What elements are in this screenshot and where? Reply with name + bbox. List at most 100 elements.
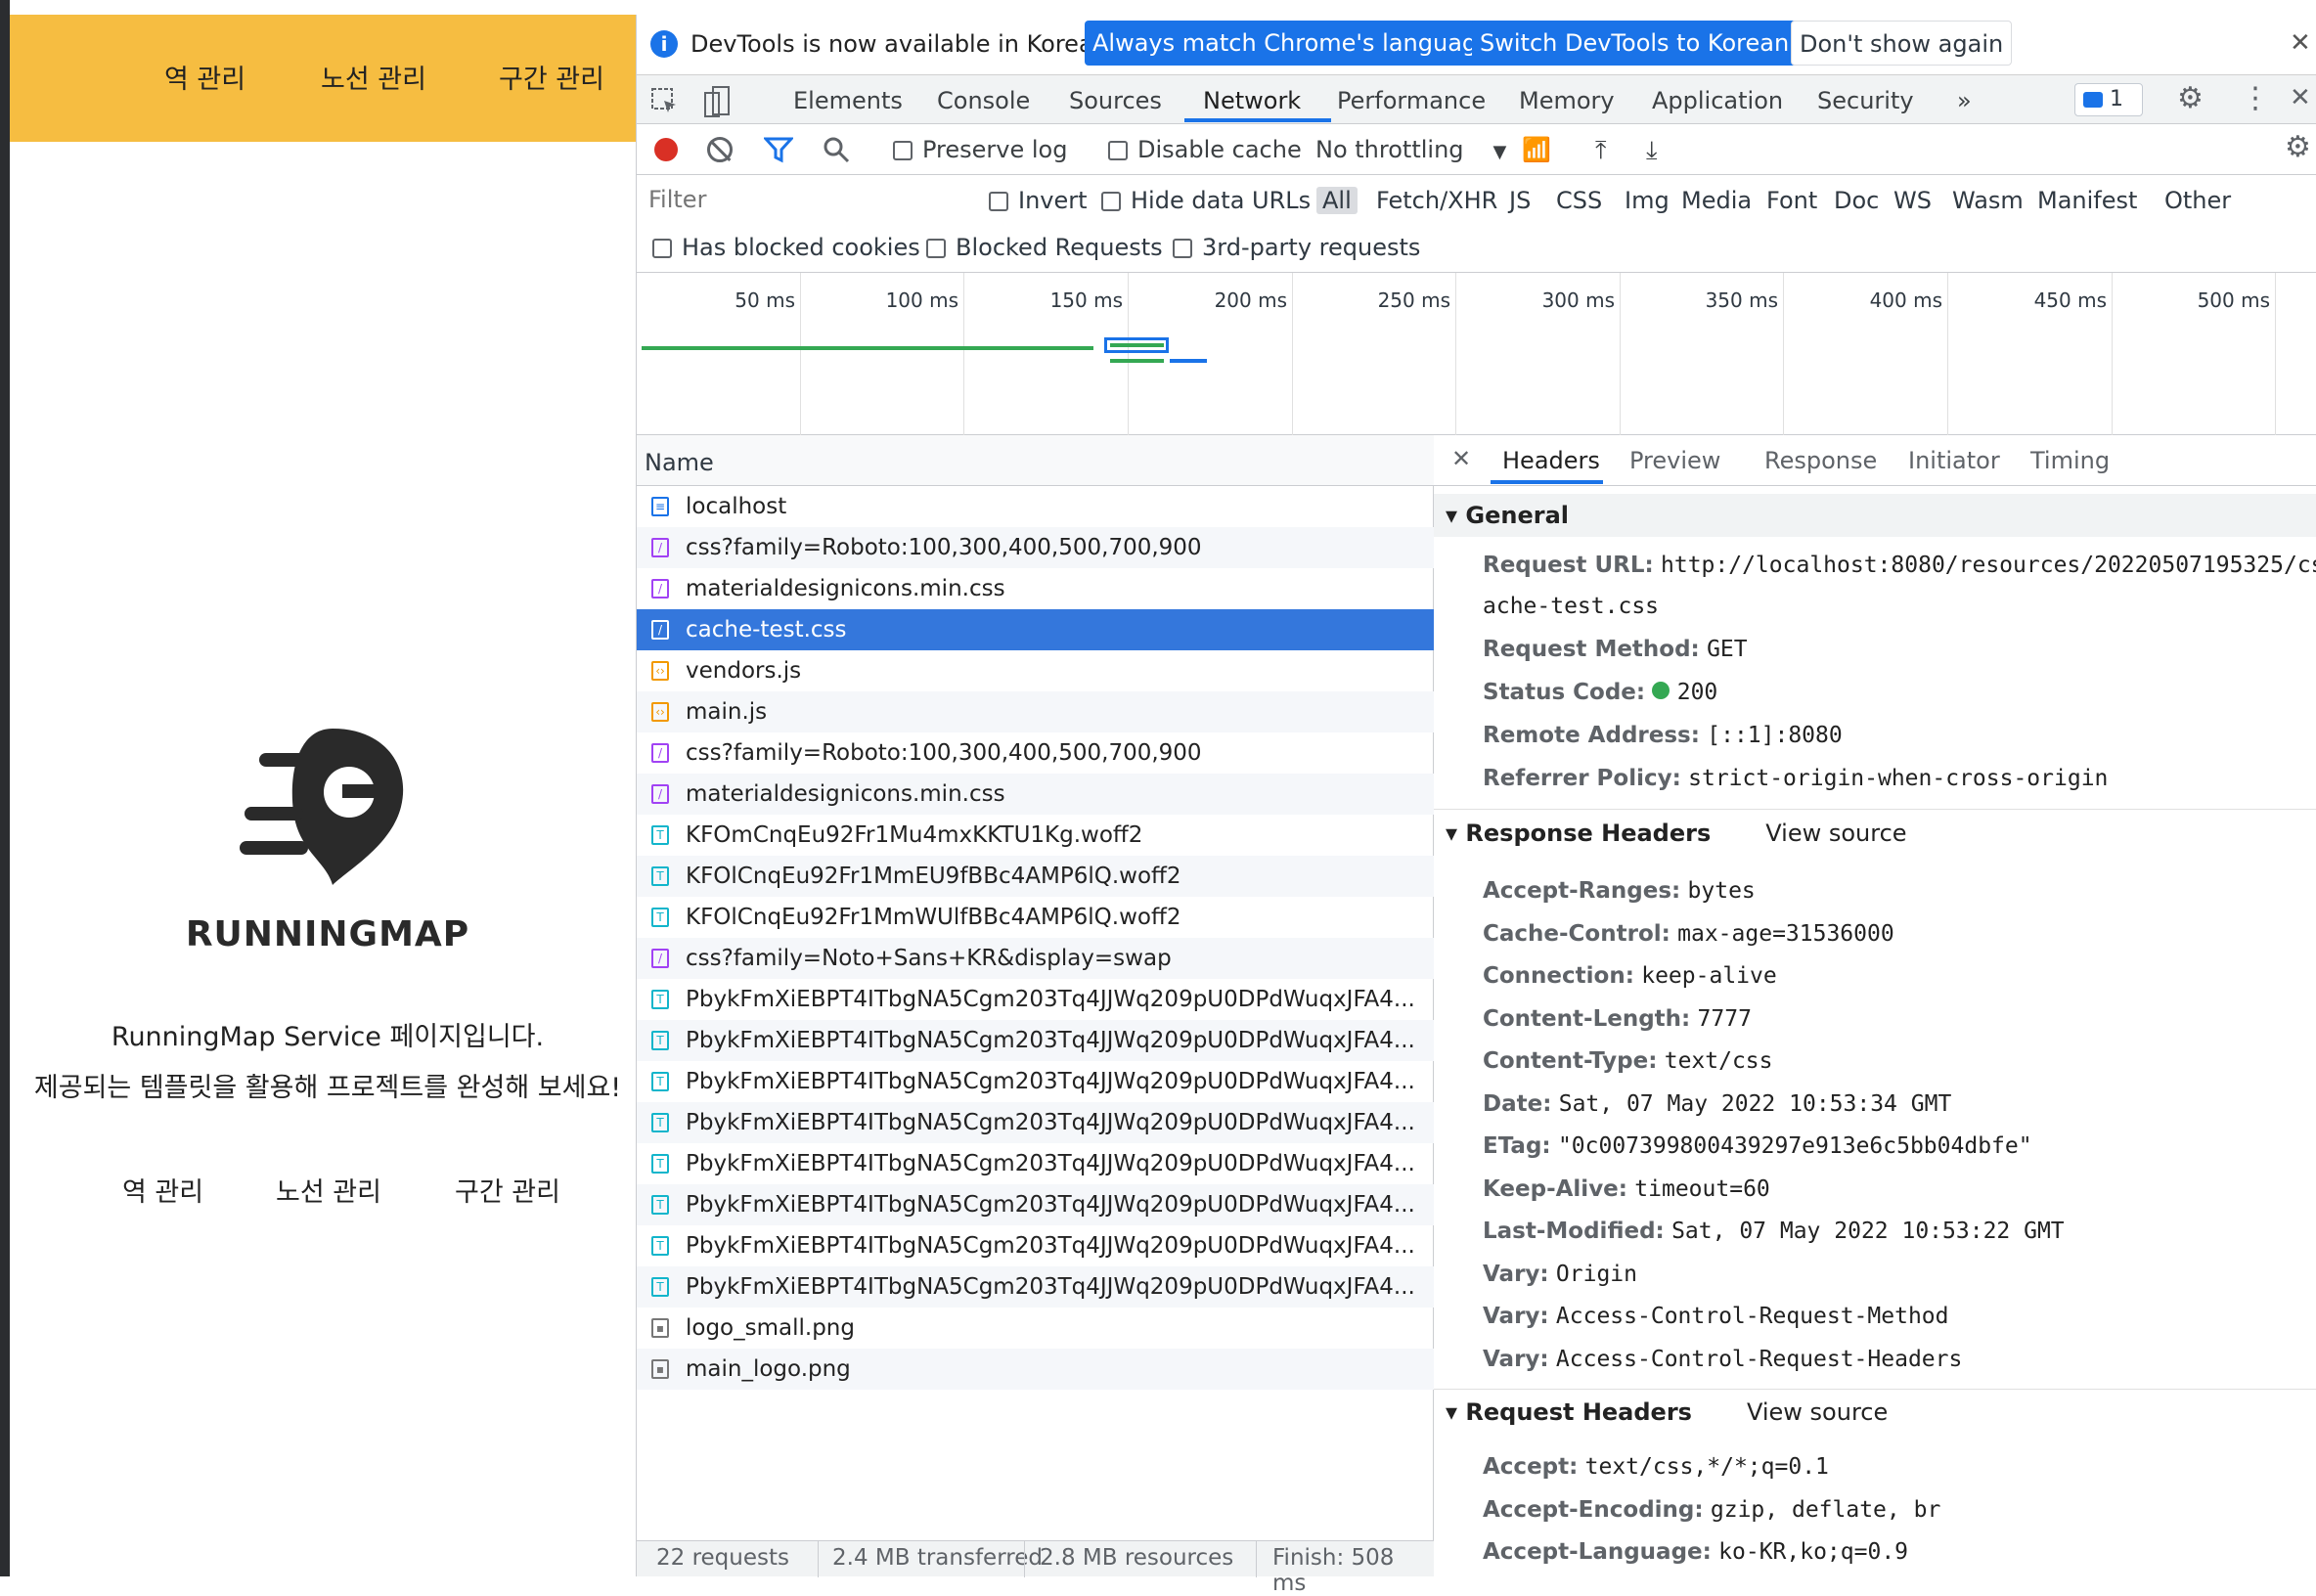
- type-wasm[interactable]: Wasm: [1952, 187, 2024, 214]
- hide-data-urls-label: Hide data URLs: [1131, 187, 1312, 214]
- issues-badge[interactable]: 1: [2074, 83, 2143, 116]
- request-row[interactable]: T KFOmCnqEu92Fr1Mu4mxKKTU1Kg.woff2: [637, 815, 1434, 856]
- name-column-header[interactable]: Name: [637, 435, 1434, 486]
- match-language-button[interactable]: Always match Chrome's language: [1085, 21, 1499, 66]
- link-line[interactable]: 노선 관리: [276, 1171, 381, 1209]
- request-row[interactable]: T PbykFmXiEBPT4ITbgNA5Cgm203Tq4JJWq209pU0…: [637, 1225, 1434, 1266]
- type-other[interactable]: Other: [2164, 187, 2231, 214]
- tab-application[interactable]: Application: [1652, 87, 1783, 114]
- request-row[interactable]: / materialdesignicons.min.css: [637, 774, 1434, 815]
- throttling-select[interactable]: No throttling ▼: [1315, 136, 1506, 163]
- tab-performance[interactable]: Performance: [1337, 87, 1486, 114]
- third-party-checkbox[interactable]: 3rd-party requests: [1173, 234, 1420, 261]
- nav-station[interactable]: 역 관리: [164, 58, 245, 96]
- request-url: Request URL: http://localhost:8080/resou…: [1483, 553, 2316, 578]
- request-row[interactable]: / materialdesignicons.min.css: [637, 568, 1434, 609]
- nav-line[interactable]: 노선 관리: [321, 58, 426, 96]
- tab-elements[interactable]: Elements: [793, 87, 903, 114]
- type-img[interactable]: Img: [1625, 187, 1670, 214]
- device-toggle-icon[interactable]: [703, 85, 733, 118]
- tab-network[interactable]: Network: [1203, 87, 1301, 114]
- hide-data-urls-checkbox[interactable]: Hide data URLs: [1101, 187, 1311, 214]
- general-section-header[interactable]: ▾ General: [1434, 494, 2316, 537]
- tab-response[interactable]: Response: [1764, 447, 1877, 474]
- request-count: 22 requests: [656, 1545, 789, 1571]
- filter-input[interactable]: [643, 181, 963, 218]
- import-har-icon[interactable]: ⤒: [1595, 136, 1607, 166]
- tab-memory[interactable]: Memory: [1519, 87, 1615, 114]
- tab-initiator[interactable]: Initiator: [1908, 447, 2000, 474]
- type-all[interactable]: All: [1316, 187, 1358, 214]
- settings-icon[interactable]: ⚙: [2177, 81, 2204, 115]
- request-row[interactable]: T PbykFmXiEBPT4ITbgNA5Cgm203Tq4JJWq209pU0…: [637, 1102, 1434, 1143]
- link-station[interactable]: 역 관리: [122, 1171, 203, 1209]
- tab-timing[interactable]: Timing: [2030, 447, 2110, 474]
- header-row: Vary: Access-Control-Request-Headers: [1483, 1347, 1962, 1372]
- request-headers-header[interactable]: ▾ Request Headers View source: [1434, 1391, 2316, 1434]
- timeline-overview[interactable]: 50 ms 100 ms 150 ms 200 ms 250 ms 300 ms…: [637, 273, 2316, 435]
- view-source-link[interactable]: View source: [1765, 820, 1906, 847]
- tab-security[interactable]: Security: [1817, 87, 1914, 114]
- request-row[interactable]: / cache-test.css: [637, 609, 1434, 650]
- blocked-requests-checkbox[interactable]: Blocked Requests: [926, 234, 1163, 261]
- request-name: main_logo.png: [686, 1356, 851, 1382]
- tick-label: 250 ms: [1377, 288, 1450, 312]
- network-settings-icon[interactable]: ⚙: [2285, 130, 2311, 164]
- export-har-icon[interactable]: ⤓: [1646, 136, 1658, 166]
- close-details-icon[interactable]: ✕: [1451, 445, 1471, 472]
- type-font[interactable]: Font: [1766, 187, 1817, 214]
- type-manifest[interactable]: Manifest: [2037, 187, 2137, 214]
- request-row[interactable]: ▪ logo_small.png: [637, 1308, 1434, 1349]
- css-file-icon: /: [651, 784, 669, 804]
- request-row[interactable]: T KFOlCnqEu92Fr1MmEU9fBBc4AMP6lQ.woff2: [637, 856, 1434, 897]
- type-js[interactable]: JS: [1509, 187, 1531, 214]
- blocked-cookies-checkbox[interactable]: Has blocked cookies: [652, 234, 920, 261]
- tick: [1620, 273, 1621, 435]
- switch-korean-button[interactable]: Switch DevTools to Korean: [1472, 21, 1798, 66]
- nav-section[interactable]: 구간 관리: [499, 58, 604, 96]
- request-row[interactable]: ‹› vendors.js: [637, 650, 1434, 691]
- tick: [2275, 273, 2276, 435]
- close-devtools-icon[interactable]: ✕: [2290, 83, 2311, 112]
- type-ws[interactable]: WS: [1893, 187, 1932, 214]
- disable-cache-checkbox[interactable]: Disable cache: [1108, 136, 1302, 163]
- request-row[interactable]: T PbykFmXiEBPT4ITbgNA5Cgm203Tq4JJWq209pU0…: [637, 1184, 1434, 1225]
- type-media[interactable]: Media: [1681, 187, 1752, 214]
- request-row[interactable]: ≡ localhost: [637, 486, 1434, 527]
- request-row[interactable]: / css?family=Roboto:100,300,400,500,700,9…: [637, 732, 1434, 774]
- clear-icon[interactable]: [707, 137, 733, 162]
- tab-sources[interactable]: Sources: [1069, 87, 1162, 114]
- dont-show-button[interactable]: Don't show again: [1791, 21, 2013, 66]
- type-doc[interactable]: Doc: [1834, 187, 1879, 214]
- request-row[interactable]: / css?family=Noto+Sans+KR&display=swap: [637, 938, 1434, 979]
- close-icon[interactable]: ✕: [2290, 28, 2311, 58]
- kebab-menu-icon[interactable]: ⋮: [2241, 81, 2270, 115]
- request-row[interactable]: ▪ main_logo.png: [637, 1349, 1434, 1390]
- tab-preview[interactable]: Preview: [1629, 447, 1720, 474]
- request-row[interactable]: T PbykFmXiEBPT4ITbgNA5Cgm203Tq4JJWq209pU0…: [637, 1266, 1434, 1308]
- request-row[interactable]: T PbykFmXiEBPT4ITbgNA5Cgm203Tq4JJWq209pU0…: [637, 979, 1434, 1020]
- inspect-icon[interactable]: [650, 87, 680, 116]
- type-css[interactable]: CSS: [1556, 187, 1602, 214]
- request-row[interactable]: / css?family=Roboto:100,300,400,500,700,9…: [637, 527, 1434, 568]
- invert-checkbox[interactable]: Invert: [989, 187, 1088, 214]
- more-tabs-icon[interactable]: »: [1957, 87, 1972, 114]
- preserve-log-checkbox[interactable]: Preserve log: [893, 136, 1067, 163]
- request-row[interactable]: ‹› main.js: [637, 691, 1434, 732]
- response-headers-header[interactable]: ▾ Response Headers View source: [1434, 812, 2316, 855]
- filter-icon[interactable]: [764, 136, 793, 163]
- font-file-icon: T: [651, 1236, 669, 1256]
- request-row[interactable]: T PbykFmXiEBPT4ITbgNA5Cgm203Tq4JJWq209pU0…: [637, 1020, 1434, 1061]
- tab-headers[interactable]: Headers: [1502, 447, 1600, 474]
- request-row[interactable]: T KFOlCnqEu92Fr1MmWUlfBBc4AMP6lQ.woff2: [637, 897, 1434, 938]
- view-source-link[interactable]: View source: [1747, 1398, 1888, 1426]
- header-row: Accept-Encoding: gzip, deflate, br: [1483, 1497, 1940, 1523]
- record-icon[interactable]: [654, 138, 678, 161]
- link-section[interactable]: 구간 관리: [455, 1171, 560, 1209]
- tab-console[interactable]: Console: [937, 87, 1030, 114]
- request-row[interactable]: T PbykFmXiEBPT4ITbgNA5Cgm203Tq4JJWq209pU0…: [637, 1061, 1434, 1102]
- search-icon[interactable]: [823, 136, 850, 163]
- request-row[interactable]: T PbykFmXiEBPT4ITbgNA5Cgm203Tq4JJWq209pU0…: [637, 1143, 1434, 1184]
- network-conditions-icon[interactable]: 📶: [1522, 136, 1551, 163]
- type-fetch[interactable]: Fetch/XHR: [1376, 187, 1497, 214]
